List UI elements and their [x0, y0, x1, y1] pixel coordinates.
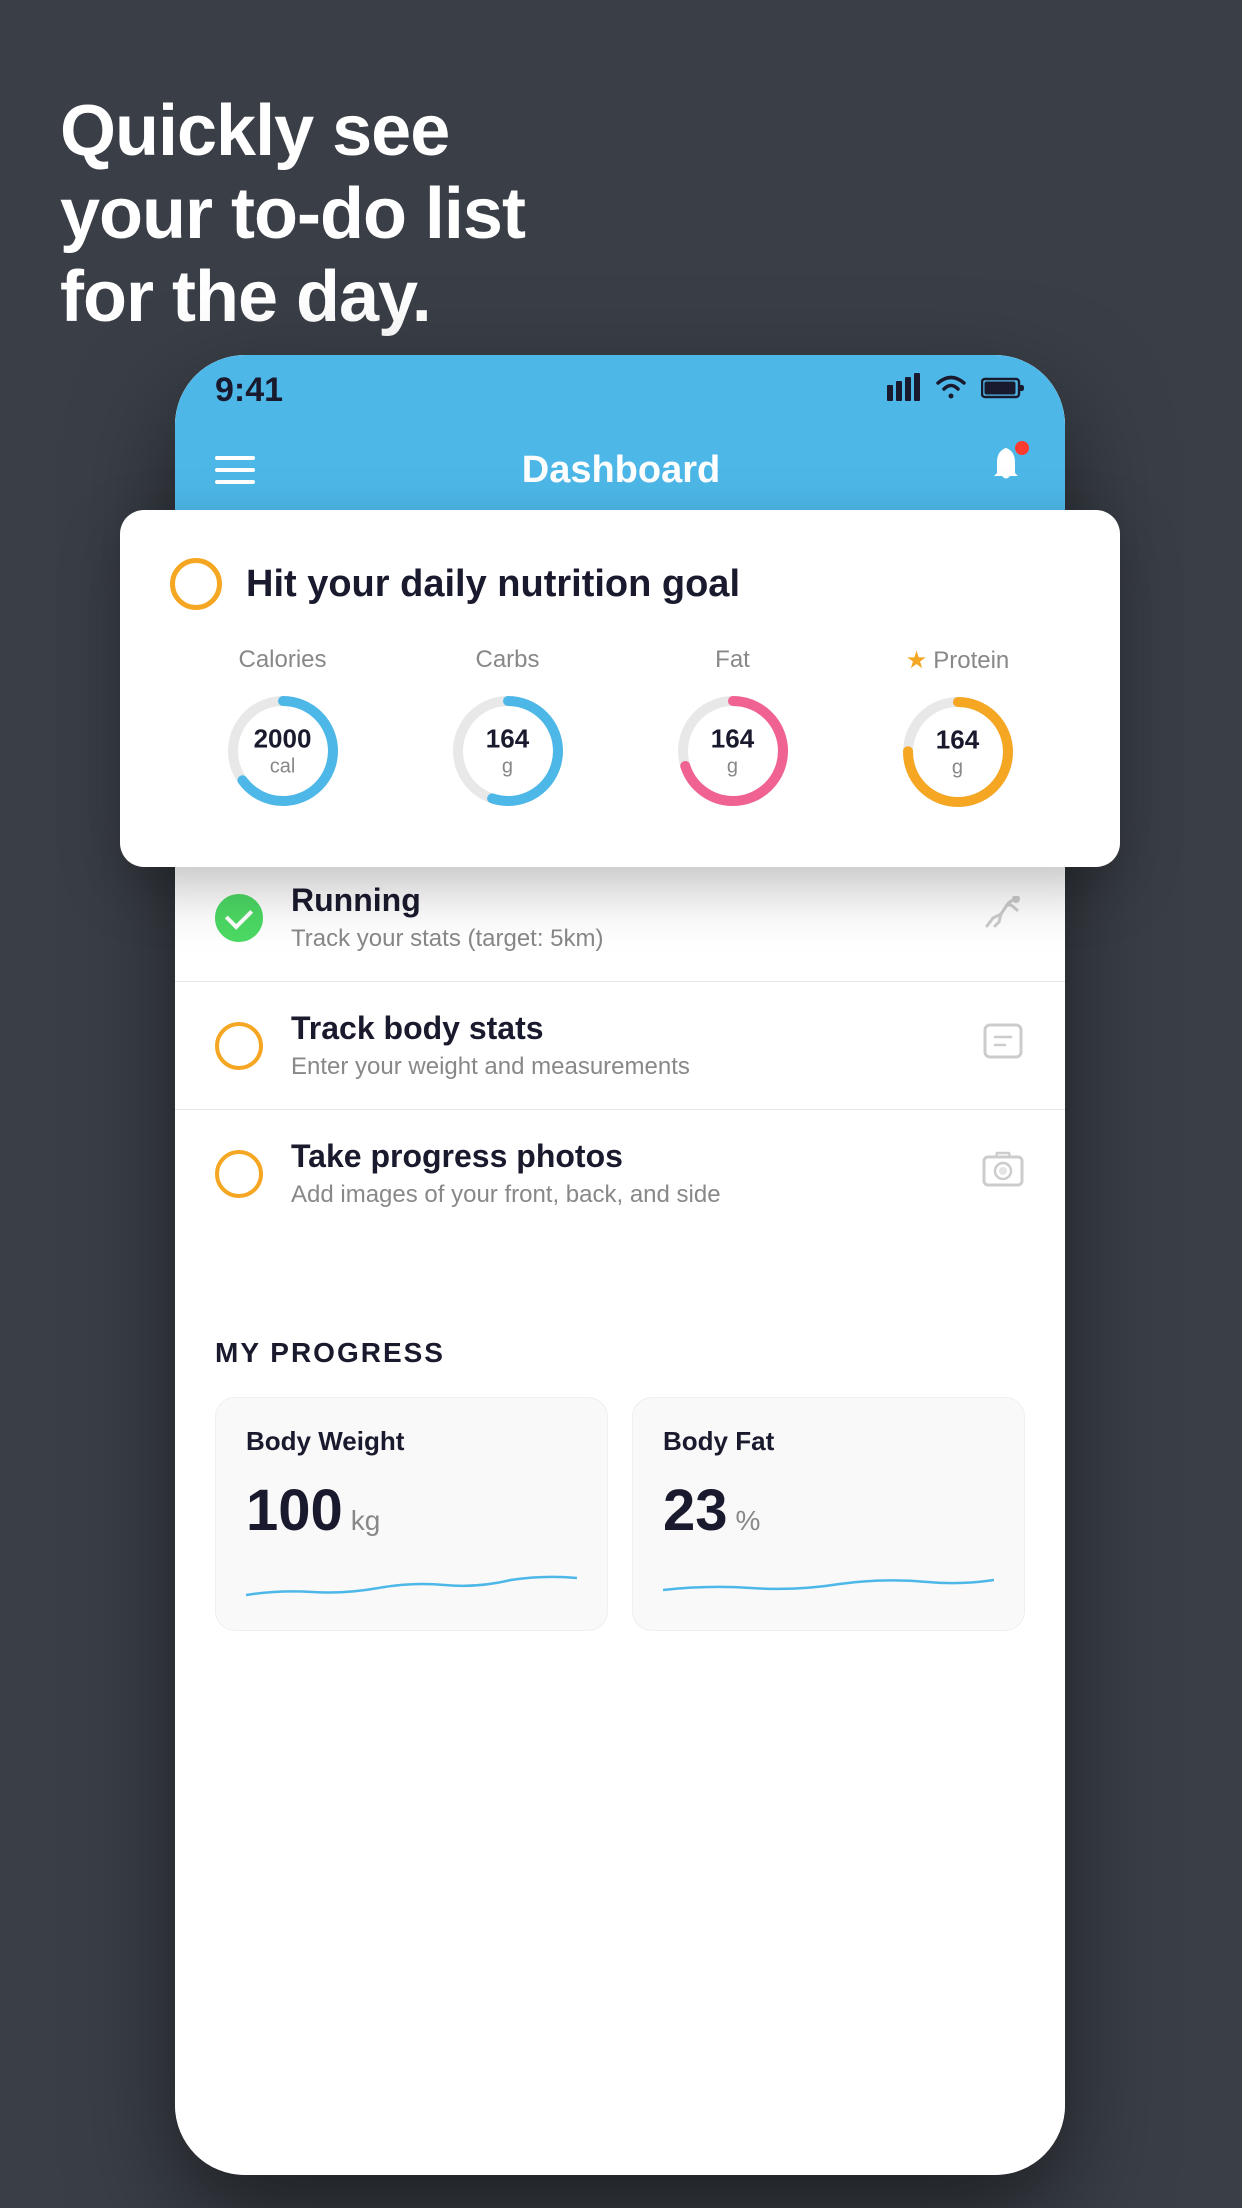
- card-title: Hit your daily nutrition goal: [246, 563, 740, 606]
- battery-icon: [981, 374, 1025, 406]
- calories-donut: 2000 cal: [218, 686, 348, 816]
- todo-check-photos: [215, 1150, 263, 1198]
- photo-icon: [981, 1149, 1025, 1198]
- todo-text-running: Running Track your stats (target: 5km): [291, 882, 981, 953]
- wifi-icon: [933, 374, 969, 407]
- notification-bell[interactable]: [987, 445, 1025, 495]
- protein-star-icon: ★: [906, 646, 928, 675]
- todo-text-body-stats: Track body stats Enter your weight and m…: [291, 1010, 981, 1081]
- body-fat-value: 23 %: [663, 1477, 994, 1544]
- body-weight-value: 100 kg: [246, 1477, 577, 1544]
- todo-list: Running Track your stats (target: 5km): [175, 853, 1065, 1661]
- todo-item-body-stats[interactable]: Track body stats Enter your weight and m…: [175, 981, 1065, 1109]
- signal-icon: [887, 373, 921, 408]
- nav-title: Dashboard: [522, 449, 720, 492]
- progress-title: MY PROGRESS: [215, 1337, 1025, 1369]
- todo-check-running: [215, 894, 263, 942]
- nutrition-fat: Fat 164 g: [668, 646, 798, 816]
- card-circle-check: [170, 558, 222, 610]
- todo-item-photos[interactable]: Take progress photos Add images of your …: [175, 1109, 1065, 1237]
- progress-cards: Body Weight 100 kg Body Fat: [215, 1397, 1025, 1631]
- body-weight-card[interactable]: Body Weight 100 kg: [215, 1397, 608, 1631]
- todo-check-body-stats: [215, 1022, 263, 1070]
- nutrition-calories: Calories 2000 cal: [218, 646, 348, 816]
- nutrition-carbs: Carbs 164 g: [443, 646, 573, 816]
- body-fat-chart: [663, 1560, 994, 1610]
- body-weight-chart: [246, 1560, 577, 1610]
- status-icons: [887, 373, 1025, 408]
- fat-donut: 164 g: [668, 686, 798, 816]
- status-bar: 9:41: [175, 355, 1065, 425]
- scale-icon: [981, 1021, 1025, 1070]
- nav-bar: Dashboard: [175, 425, 1065, 515]
- running-icon: [981, 896, 1025, 939]
- todo-item-running[interactable]: Running Track your stats (target: 5km): [175, 853, 1065, 981]
- status-time: 9:41: [215, 371, 283, 410]
- todo-text-photos: Take progress photos Add images of your …: [291, 1138, 981, 1209]
- protein-donut: 164 g: [893, 687, 1023, 817]
- nutrition-grid: Calories 2000 cal Carbs: [170, 646, 1070, 817]
- notification-dot: [1015, 441, 1029, 455]
- nutrition-protein: ★ Protein 164 g: [893, 646, 1023, 817]
- body-fat-card[interactable]: Body Fat 23 %: [632, 1397, 1025, 1631]
- nutrition-floating-card: Hit your daily nutrition goal Calories 2…: [120, 510, 1120, 867]
- progress-section: MY PROGRESS Body Weight 100 kg: [175, 1297, 1065, 1661]
- carbs-donut: 164 g: [443, 686, 573, 816]
- card-header: Hit your daily nutrition goal: [170, 558, 1070, 610]
- hamburger-menu[interactable]: [215, 456, 255, 484]
- headline: Quickly see your to-do list for the day.: [60, 90, 525, 338]
